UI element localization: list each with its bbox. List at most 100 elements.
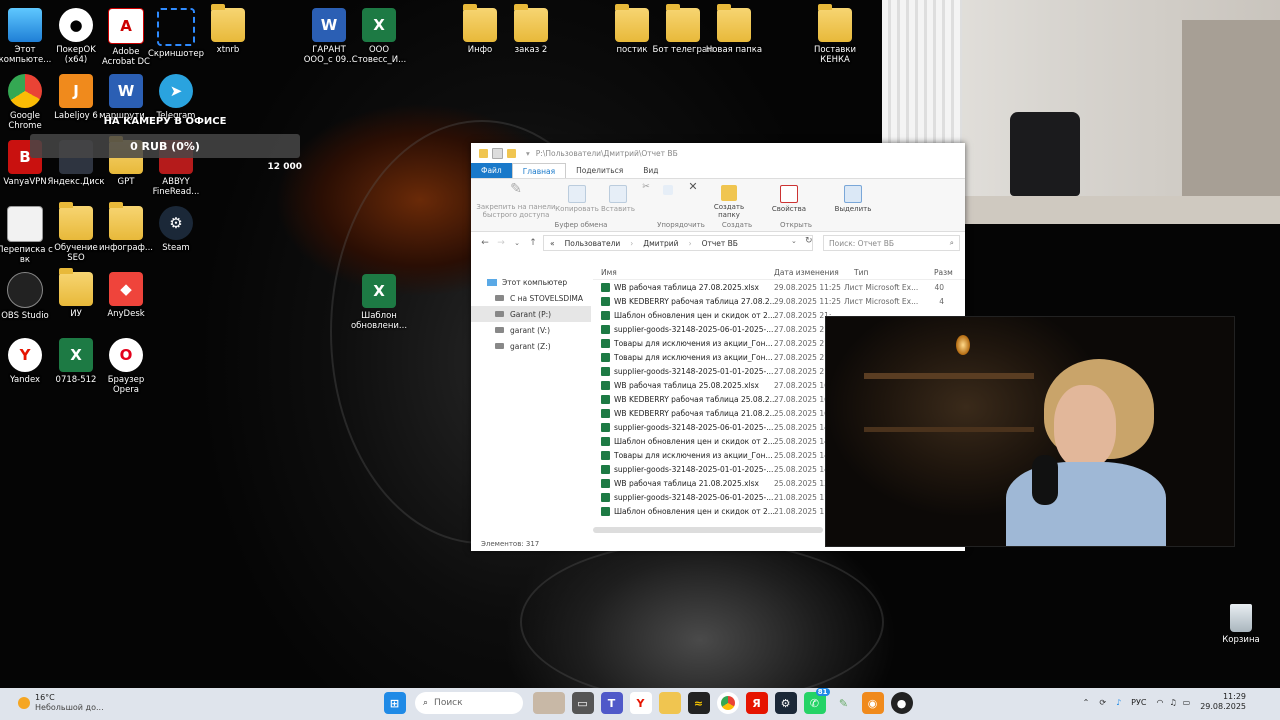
nav-item-garant-z[interactable]: garant (Z:) [471,338,591,354]
search-placeholder: Поиск: Отчет ВБ [829,238,895,248]
desktop-icon-telegram[interactable]: ➤ Telegram [145,74,207,121]
tab-file[interactable]: Файл [471,163,512,178]
desktop-icon-steam[interactable]: ⚙ Steam [145,206,207,253]
forward-arrow-icon[interactable]: → [493,238,509,248]
select-button[interactable]: Выделить [831,185,875,213]
excel-file-icon [601,380,610,390]
volume-icon[interactable]: ♫ [1169,698,1176,707]
nav-item-this-pc[interactable]: Этот компьютер [471,274,591,290]
wifi-icon[interactable]: ◠ [1156,698,1163,707]
column-name[interactable]: Имя [593,268,774,277]
delete-icon[interactable]: ✕ [683,181,703,192]
up-arrow-icon[interactable]: ↑ [525,238,541,248]
start-windows-icon[interactable]: ⊞ [383,692,406,714]
recent-dropdown-icon[interactable]: ⌄ [509,239,525,247]
file-name: Товары для исключения из акции_Гон... [614,352,773,362]
organize-group-label: Упорядочить [657,221,705,229]
excel-icon: X [59,338,93,372]
search-highlight-icon[interactable] [532,692,565,714]
tab-share[interactable]: Поделиться [566,163,633,178]
horizontal-scrollbar[interactable] [593,527,823,533]
nav-item-garant-p[interactable]: Garant (P:) [471,306,591,322]
network-drive-icon [495,295,504,301]
telegram-icon: ➤ [159,74,193,108]
address-dropdown-icon[interactable]: ⌄ [791,237,797,245]
breadcrumb-report-vb[interactable]: Отчет ВБ [702,239,738,248]
copy-label: Копировать [555,205,599,213]
language-indicator[interactable]: РУС [1131,698,1146,707]
desktop-icon-label: Корзина [1222,635,1260,645]
breadcrumb-overflow[interactable]: « [550,239,555,248]
qat-dropdown-icon[interactable]: ▾ [526,149,530,158]
chrome-icon [8,74,42,108]
excel-file-icon [601,478,610,488]
desktop-icon-new-folder[interactable]: Новая папка [703,4,765,55]
new-folder-icon[interactable] [507,148,516,158]
desktop-icon-label: заказ 2 [514,45,548,55]
pdf-icon: A [108,8,144,44]
nav-item-garant-v[interactable]: garant (V:) [471,322,591,338]
task-view-icon[interactable]: ▭ [571,692,594,714]
breadcrumb-dmitry[interactable]: Дмитрий [643,239,678,248]
yandex-browser-icon[interactable]: Y [629,692,652,714]
app-icon[interactable]: ✎ [832,692,855,714]
weather-widget[interactable]: 16°C Небольшой до... [18,693,104,713]
properties-icon[interactable] [492,147,503,159]
address-field[interactable]: « Пользователи › Дмитрий › Отчет ВБ [543,235,813,251]
properties-button[interactable]: Свойства [769,185,809,213]
app-icon[interactable]: ◉ [861,692,884,714]
copy-button[interactable]: Копировать [555,185,599,213]
excel-file-icon [601,352,610,362]
column-size[interactable]: Разм [934,268,958,277]
cut-button[interactable]: ✂ [639,183,653,192]
desktop-icon-ooo-stroves[interactable]: X ООО Стовесс_И... [348,8,410,65]
paste-button[interactable]: Вставить [599,185,637,213]
taskbar-search[interactable]: ⌕ Поиск [415,692,523,714]
obs-icon[interactable]: ● [890,692,913,714]
desktop-icon-anydesk[interactable]: ◆ AnyDesk [95,272,157,319]
create-group-label: Создать [721,221,753,229]
battery-icon[interactable]: ▭ [1183,698,1191,707]
tray-overflow-icon[interactable]: ⌃ [1083,698,1090,707]
file-explorer-icon[interactable] [658,692,681,714]
properties-label: Свойства [771,205,807,213]
app-icon[interactable]: ≈ [687,692,710,714]
move-to-icon[interactable] [661,185,675,197]
desktop-icon-shablon[interactable]: X Шаблон обновлени... [348,274,410,331]
desktop-icon-postavki-kenka[interactable]: Поставки КЕНКА [804,4,866,65]
address-bar-row: ← → ⌄ ↑ « Пользователи › Дмитрий › Отчет… [471,232,965,254]
breadcrumb-users[interactable]: Пользователи [565,239,621,248]
file-row[interactable]: WB рабочая таблица 27.08.2025.xlsx 29.08.… [593,280,965,294]
desktop-icon-recycle-bin[interactable]: Корзина [1218,604,1264,645]
chrome-icon[interactable] [716,692,739,714]
tab-view[interactable]: Вид [633,163,668,178]
steam-icon[interactable]: ⚙ [774,692,797,714]
new-folder-button[interactable]: Создать папку [711,185,747,219]
refresh-icon[interactable]: ↻ [805,236,813,246]
desktop-icon-opera[interactable]: O Браузер Opera [95,338,157,395]
whatsapp-icon[interactable]: ✆ 81 [803,688,830,714]
yandex-icon[interactable]: Я [745,692,768,714]
column-type[interactable]: Тип [854,268,934,277]
nav-item-c-drive[interactable]: C на STOVELSDIMA [471,290,591,306]
excel-file-icon [601,464,610,474]
mic-icon[interactable]: ♪ [1116,698,1121,707]
desk [942,196,1280,224]
desktop-icon-zakaz2[interactable]: заказ 2 [500,4,562,55]
file-row[interactable]: WB KEDBERRY рабочая таблица 27.08.2... 29… [593,294,965,308]
column-date[interactable]: Дата изменения [774,268,854,277]
document-icon [7,206,43,242]
teams-icon[interactable]: T [600,692,623,714]
clock[interactable]: 11:29 29.08.2025 [1200,692,1246,712]
sync-icon[interactable]: ⟳ [1099,698,1106,707]
shelf [864,373,1034,379]
back-arrow-icon[interactable]: ← [477,238,493,248]
tab-home[interactable]: Главная [511,163,567,178]
pin-quick-access-button[interactable]: ✎ Закрепить на панели быстрого доступа [475,182,557,219]
yandex-icon: Y [8,338,42,372]
desktop-icon-xtnrb[interactable]: xtnrb [197,4,259,55]
screenshot-icon [157,8,195,46]
word-doc-icon: W [109,74,143,108]
search-input[interactable]: Поиск: Отчет ВБ ⌕ [823,235,960,251]
excel-file-icon [601,338,610,348]
